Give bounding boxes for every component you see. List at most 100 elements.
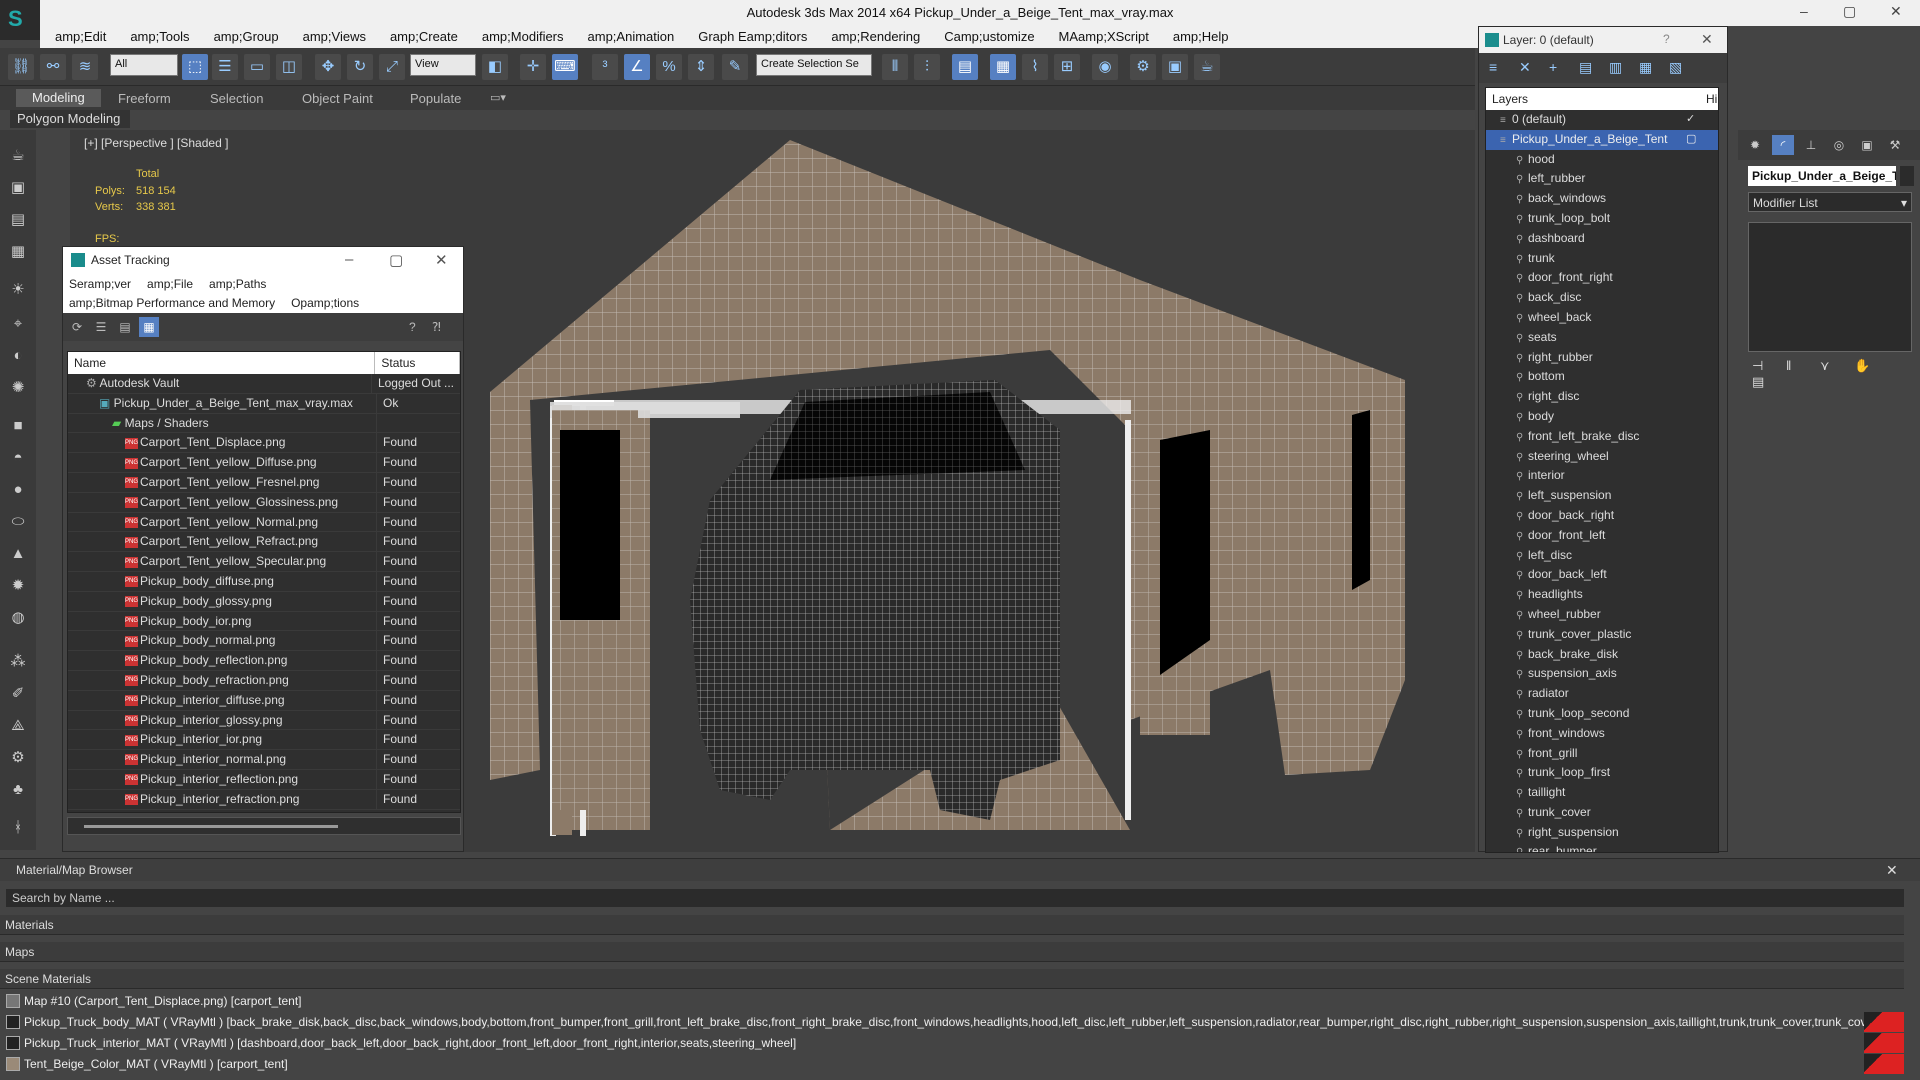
layer-item[interactable]: ⚲ front_left_brake_disc xyxy=(1486,427,1718,447)
rotate-icon[interactable]: ↻ xyxy=(347,54,373,80)
menu-item[interactable]: Graph Eamp;ditors xyxy=(683,26,816,44)
box-primitive-icon[interactable]: ■ xyxy=(6,414,30,438)
mirror-icon[interactable]: ⫴ xyxy=(882,54,908,80)
plane-icon[interactable]: ▤ xyxy=(6,208,30,232)
layer-item[interactable]: ⚲ taillight xyxy=(1486,783,1718,803)
gear-icon[interactable]: ⚙ xyxy=(6,746,30,770)
help-icon[interactable]: ? xyxy=(1663,32,1670,46)
edit-named-selection-icon[interactable]: ✎ xyxy=(722,54,748,80)
tab-object-paint[interactable]: Object Paint xyxy=(302,91,373,106)
layer-new-icon[interactable]: ≡ xyxy=(1489,59,1509,75)
menu-item[interactable]: amp;Modifiers xyxy=(467,26,573,44)
layer-item[interactable]: ⚲ seats xyxy=(1486,328,1718,348)
close-icon[interactable]: ✕ xyxy=(435,251,448,269)
layer-item[interactable]: ⚲ front_windows xyxy=(1486,724,1718,744)
layer-item[interactable]: ⚲ trunk_cover xyxy=(1486,803,1718,823)
schematic-view-icon[interactable]: ⊞ xyxy=(1054,54,1080,80)
hide-column-header[interactable]: Hi xyxy=(1706,92,1717,106)
asset-row[interactable]: PNG Pickup_interior_glossy.png Found xyxy=(68,710,460,731)
plant-icon[interactable]: ♣ xyxy=(6,778,30,802)
box-icon[interactable]: ▣ xyxy=(6,176,30,200)
menu-bitmap-performance[interactable]: amp;Bitmap Performance and Memory xyxy=(69,296,275,310)
layer-item[interactable]: ⚲ interior xyxy=(1486,466,1718,486)
create-tab-icon[interactable]: ✹ xyxy=(1744,135,1766,155)
cylinder-icon[interactable]: ⬭ xyxy=(6,510,30,534)
camera-icon[interactable]: ⌖ xyxy=(6,312,30,336)
unlink-icon[interactable]: ⚯ xyxy=(40,54,66,80)
material-browser-titlebar[interactable]: Material/Map Browser ✕ xyxy=(0,859,1920,881)
display-tab-icon[interactable]: ▣ xyxy=(1856,135,1878,155)
grid-icon[interactable]: ▦ xyxy=(6,240,30,264)
layer-item[interactable]: ⚲ hood xyxy=(1486,150,1718,170)
motion-tab-icon[interactable]: ◎ xyxy=(1828,135,1850,155)
layer-item[interactable]: ⚲ door_front_right xyxy=(1486,268,1718,288)
show-end-result-icon[interactable]: ‖ xyxy=(1786,358,1808,373)
section-materials[interactable]: Materials xyxy=(0,915,1904,935)
layer-item[interactable]: ⚲ wheel_rubber xyxy=(1486,605,1718,625)
ribbon-toggle-icon[interactable]: ▦ xyxy=(990,54,1016,80)
layer-item[interactable]: ≡ Pickup_Under_a_Beige_Tent ▢ xyxy=(1486,129,1718,150)
align-icon[interactable]: ⫶ xyxy=(914,54,940,80)
asset-row[interactable]: PNG Pickup_body_diffuse.png Found xyxy=(68,571,460,592)
current-layer-indicator[interactable]: ▢ xyxy=(1686,132,1696,145)
menu-item[interactable]: MAamp;XScript xyxy=(1044,26,1158,44)
utilities-tab-icon[interactable]: ⚒ xyxy=(1884,135,1906,155)
make-unique-icon[interactable]: ⋎ xyxy=(1820,358,1842,374)
light-icon[interactable]: ☀ xyxy=(6,278,30,302)
select-by-name-icon[interactable]: ☰ xyxy=(212,54,238,80)
tab-populate[interactable]: Populate xyxy=(410,91,461,106)
asset-row[interactable]: PNG Carport_Tent_yellow_Glossiness.png Fou… xyxy=(68,492,460,513)
current-layer-indicator[interactable]: ✓ xyxy=(1686,112,1695,125)
helper-icon[interactable]: ◐ xyxy=(6,344,30,368)
modifier-list-dropdown[interactable]: Modifier List ▾ xyxy=(1748,192,1912,212)
tab-modeling[interactable]: Modeling xyxy=(16,89,101,107)
horizontal-scrollbar[interactable] xyxy=(67,817,461,835)
selection-filter-dropdown[interactable]: All xyxy=(110,54,178,76)
layer-delete-icon[interactable]: ✕ xyxy=(1519,59,1539,76)
wire-icon[interactable]: ⟁ xyxy=(6,714,30,738)
layer-item[interactable]: ⚲ body xyxy=(1486,407,1718,427)
asset-row[interactable]: PNG Carport_Tent_yellow_Diffuse.png Found xyxy=(68,453,460,473)
menu-item[interactable]: amp;Views xyxy=(288,26,375,44)
menu-item[interactable]: amp;Animation xyxy=(573,26,684,44)
asset-row[interactable]: PNG Carport_Tent_yellow_Specular.png Found xyxy=(68,552,460,572)
menu-item[interactable]: Camp;ustomize xyxy=(929,26,1043,44)
layer-item[interactable]: ⚲ right_suspension xyxy=(1486,823,1718,843)
menu-paths[interactable]: amp;Paths xyxy=(209,277,266,291)
layer-item[interactable]: ⚲ back_windows xyxy=(1486,189,1718,209)
layer-item[interactable]: ⚲ left_disc xyxy=(1486,546,1718,566)
close-icon[interactable]: ✕ xyxy=(1890,3,1902,20)
hierarchy-tab-icon[interactable]: ⊥ xyxy=(1800,135,1822,155)
snaps-toggle-icon[interactable]: ³ xyxy=(592,54,618,80)
layer-item[interactable]: ⚲ door_back_left xyxy=(1486,565,1718,585)
material-row[interactable]: Tent_Beige_Color_MAT ( VRayMtl ) [carpor… xyxy=(0,1054,1904,1074)
material-search-input[interactable]: Search by Name ... xyxy=(6,889,1904,907)
layer-freeze-icon[interactable]: ▧ xyxy=(1669,59,1689,76)
layers-column-header[interactable]: Layers xyxy=(1492,92,1528,106)
modifier-stack[interactable] xyxy=(1748,222,1912,352)
bind-spacewarp-icon[interactable]: ≋ xyxy=(72,54,98,80)
object-name-field[interactable]: Pickup_Under_a_Beige_T xyxy=(1748,166,1896,186)
asset-row[interactable]: PNG Pickup_interior_ior.png Found xyxy=(68,730,460,751)
section-scene-materials[interactable]: Scene Materials xyxy=(0,969,1904,989)
menu-item[interactable]: amp;Edit xyxy=(40,26,115,44)
asset-row[interactable]: ⚙ Autodesk Vault Logged Out ... xyxy=(68,374,460,394)
layer-item[interactable]: ⚲ suspension_axis xyxy=(1486,664,1718,684)
window-crossing-icon[interactable]: ◫ xyxy=(276,54,302,80)
ribbon-options-icon[interactable]: ▭▾ xyxy=(490,91,506,104)
layer-hide-icon[interactable]: ▦ xyxy=(1639,59,1659,76)
layer-select-icon[interactable]: ▤ xyxy=(1579,59,1599,76)
menu-item[interactable]: amp;Create xyxy=(375,26,467,44)
material-editor-icon[interactable]: ◉ xyxy=(1092,54,1118,80)
layer-item[interactable]: ⚲ back_disc xyxy=(1486,288,1718,308)
layer-item[interactable]: ⚲ left_suspension xyxy=(1486,486,1718,506)
asset-row[interactable]: PNG Pickup_body_refraction.png Found xyxy=(68,670,460,691)
rect-selection-icon[interactable]: ▭ xyxy=(244,54,270,80)
asset-row[interactable]: PNG Pickup_body_glossy.png Found xyxy=(68,591,460,612)
tab-freeform[interactable]: Freeform xyxy=(118,91,171,106)
render-icon[interactable]: ☕ xyxy=(1194,54,1220,80)
layer-item[interactable]: ⚲ door_front_left xyxy=(1486,526,1718,546)
render-setup-icon[interactable]: ⚙ xyxy=(1130,54,1156,80)
layer-item[interactable]: ≡ 0 (default) ✓ xyxy=(1486,110,1718,130)
layer-manager-icon[interactable]: ▤ xyxy=(952,54,978,80)
